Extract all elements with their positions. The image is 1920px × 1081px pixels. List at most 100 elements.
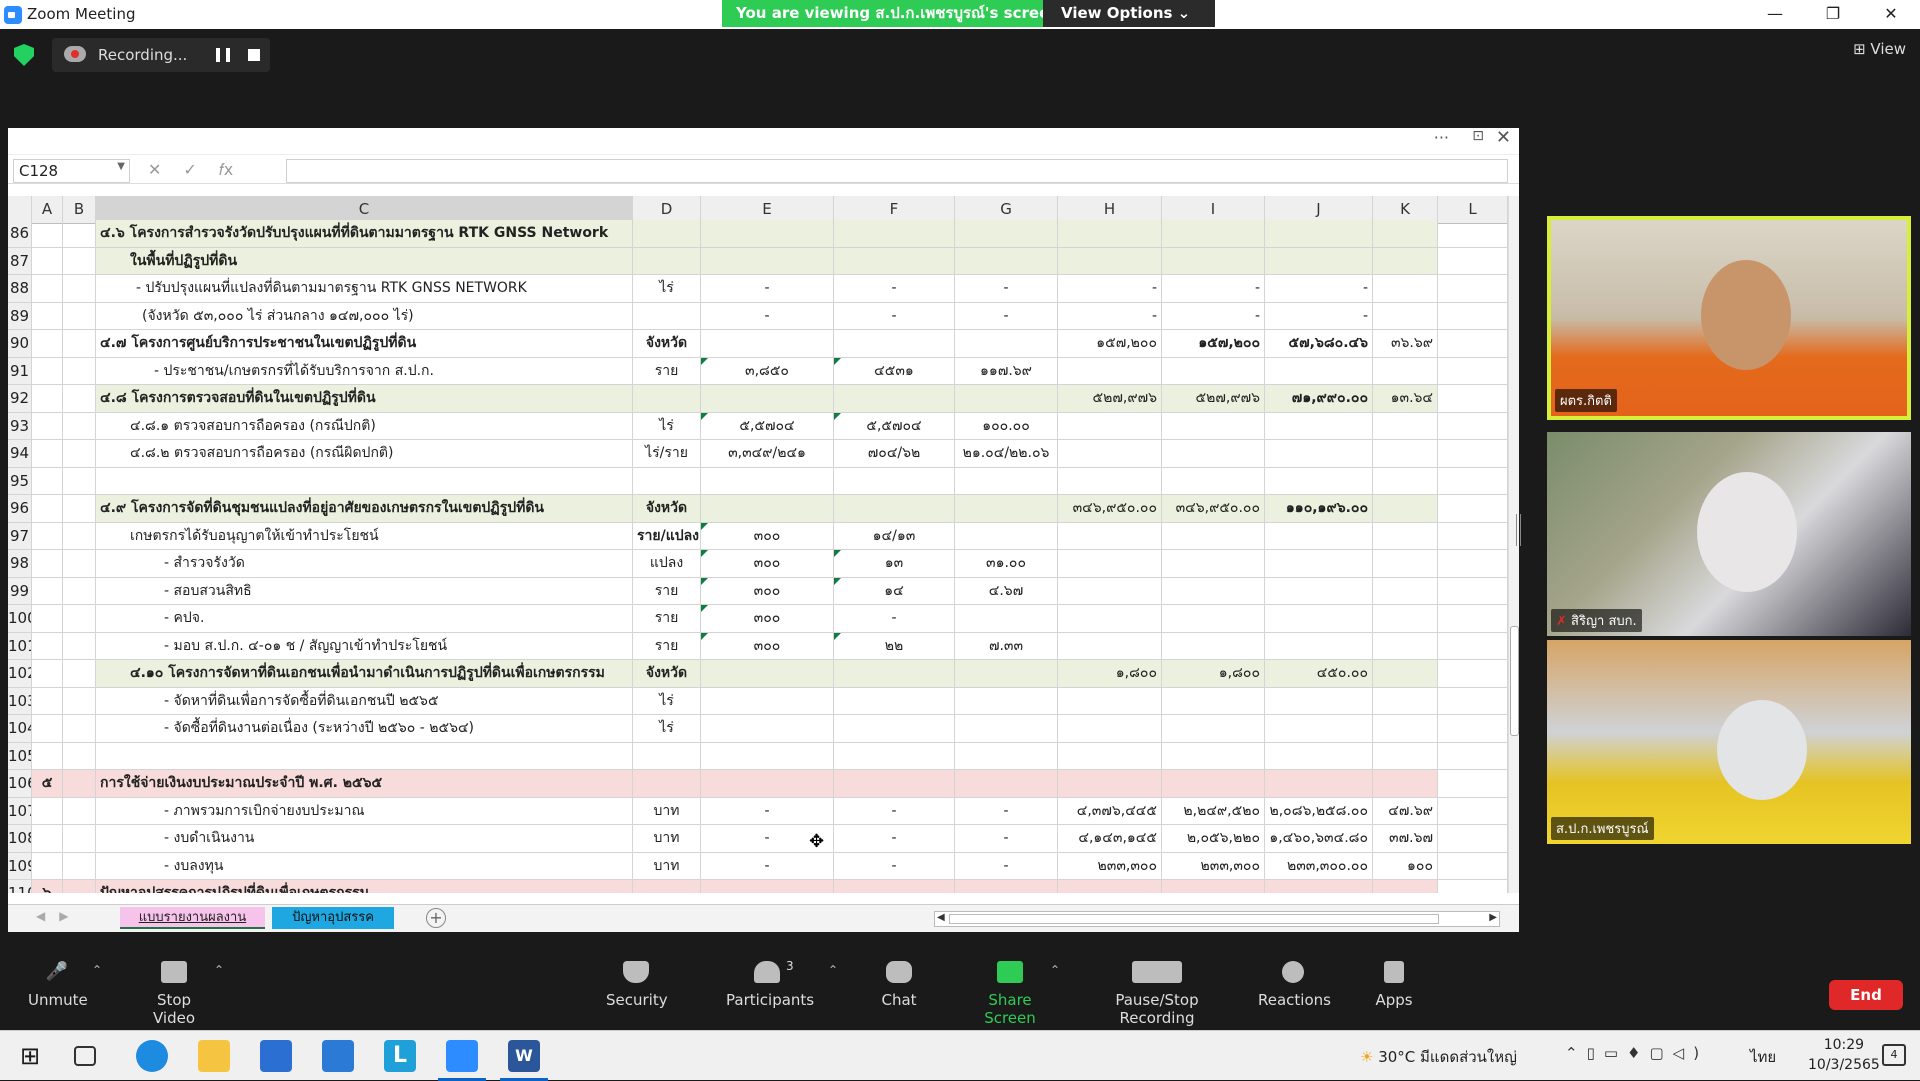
cell-e[interactable] [701,385,834,413]
cell-l[interactable] [1438,467,1508,495]
cell-b[interactable] [63,550,96,578]
cell-l[interactable] [1438,357,1508,385]
cell-a[interactable] [32,440,63,468]
cell-d[interactable]: ไร่ [633,687,701,715]
row-header[interactable]: 89 [8,302,32,330]
cell-e[interactable]: - [701,797,834,825]
chevron-down-icon[interactable]: ▼ [117,161,125,172]
cell-d[interactable] [633,385,701,413]
cell-f[interactable]: ๑๔/๑๓ [834,522,955,550]
cell-h[interactable]: ๓๔๖,๙๕๐.๐๐ [1058,495,1162,523]
cell-f[interactable]: ๕,๕๗๐๔ [834,412,955,440]
cell-i[interactable] [1162,247,1265,275]
cell-e[interactable]: ๓๐๐ [701,605,834,633]
cell-h[interactable] [1058,577,1162,605]
cell-e[interactable]: ๓๐๐ [701,550,834,578]
cell-g[interactable] [955,220,1058,248]
cell-f[interactable]: ๗๐๔/๖๒ [834,440,955,468]
cell-h[interactable] [1058,467,1162,495]
cell-i[interactable]: ๑,๘๐๐ [1162,660,1265,688]
cell-g[interactable] [955,770,1058,798]
cell-l[interactable] [1438,715,1508,743]
cell-c[interactable] [96,742,633,770]
cell-d[interactable] [633,742,701,770]
cell-l[interactable] [1438,440,1508,468]
cell-b[interactable] [63,797,96,825]
cell-j[interactable]: ๑,๔๖๐,๖๓๔.๘๐ [1265,825,1373,853]
cell-h[interactable] [1058,550,1162,578]
cell-j[interactable] [1265,522,1373,550]
row-header[interactable]: 100 [8,605,32,633]
cell-a[interactable] [32,852,63,880]
cell-l[interactable] [1438,632,1508,660]
cell-f[interactable]: ๑๓ [834,550,955,578]
cell-e[interactable]: ๓,๓๔๙/๒๔๑ [701,440,834,468]
cell-d[interactable]: ราย [633,357,701,385]
scroll-right-icon[interactable]: ▶ [1489,912,1497,923]
cell-e[interactable]: - [701,275,834,303]
cell-j[interactable] [1265,770,1373,798]
cell-g[interactable] [955,742,1058,770]
cell-h[interactable] [1058,715,1162,743]
cell-b[interactable] [63,880,96,893]
cell-d[interactable] [633,770,701,798]
cell-a[interactable] [32,357,63,385]
cell-g[interactable] [955,660,1058,688]
check-icon[interactable]: ✓ [183,160,196,182]
cell-j[interactable] [1265,357,1373,385]
share-screen-button[interactable]: Share Screen [964,961,1056,1027]
cell-j[interactable] [1265,577,1373,605]
cell-g[interactable]: - [955,852,1058,880]
cell-k[interactable] [1373,687,1438,715]
cell-l[interactable] [1438,687,1508,715]
row-header[interactable]: 90 [8,330,32,358]
cell-h[interactable]: ๒๓๓,๓๐๐ [1058,852,1162,880]
tray-icons[interactable]: ⌃▯▭♦▢◁) [1565,1044,1708,1062]
cell-j[interactable] [1265,880,1373,893]
cell-j[interactable]: ๒,๐๘๖,๒๕๘.๐๐ [1265,797,1373,825]
cell-l[interactable] [1438,302,1508,330]
cell-g[interactable]: - [955,275,1058,303]
more-options-icon[interactable]: ··· [1434,128,1449,147]
cell-i[interactable] [1162,880,1265,893]
cell-f[interactable] [834,742,955,770]
restore-window-icon[interactable]: ⊡ [1472,128,1484,144]
row-header[interactable]: 104 [8,715,32,743]
cell-g[interactable] [955,715,1058,743]
cell-c[interactable]: - ภาพรวมการเบิกจ่ายงบประมาณ [96,797,633,825]
reactions-button[interactable]: Reactions [1258,961,1331,1009]
row-header[interactable]: 98 [8,550,32,578]
cell-l[interactable] [1438,605,1508,633]
cell-f[interactable] [834,687,955,715]
cell-f[interactable]: - [834,797,955,825]
cell-e[interactable] [701,247,834,275]
cell-e[interactable]: - [701,302,834,330]
row-header[interactable]: 94 [8,440,32,468]
cell-b[interactable] [63,687,96,715]
cell-i[interactable] [1162,770,1265,798]
volume-icon[interactable]: ◁) [1673,1044,1708,1062]
cell-i[interactable] [1162,632,1265,660]
cell-k[interactable] [1373,495,1438,523]
cell-a[interactable] [32,632,63,660]
cell-f[interactable]: ๔๕๓๑ [834,357,955,385]
cell-k[interactable] [1373,220,1438,248]
close-button[interactable]: ✕ [1862,0,1920,29]
cell-j[interactable]: ๗๑,๙๙๐.๐๐ [1265,385,1373,413]
cell-h[interactable] [1058,605,1162,633]
close-window-icon[interactable]: ✕ [1496,128,1511,148]
security-button[interactable]: Security [606,961,668,1009]
cell-k[interactable] [1373,632,1438,660]
cell-k[interactable] [1373,660,1438,688]
cell-g[interactable] [955,605,1058,633]
chevron-up-icon[interactable]: ⌃ [1565,1044,1587,1062]
cell-e[interactable] [701,770,834,798]
cell-d[interactable]: บาท [633,852,701,880]
cell-e[interactable] [701,467,834,495]
cell-h[interactable] [1058,770,1162,798]
cell-i[interactable] [1162,220,1265,248]
cell-h[interactable]: ๔,๓๗๖,๔๔๕ [1058,797,1162,825]
cell-f[interactable] [834,467,955,495]
cell-h[interactable]: - [1058,302,1162,330]
cell-l[interactable] [1438,220,1508,248]
